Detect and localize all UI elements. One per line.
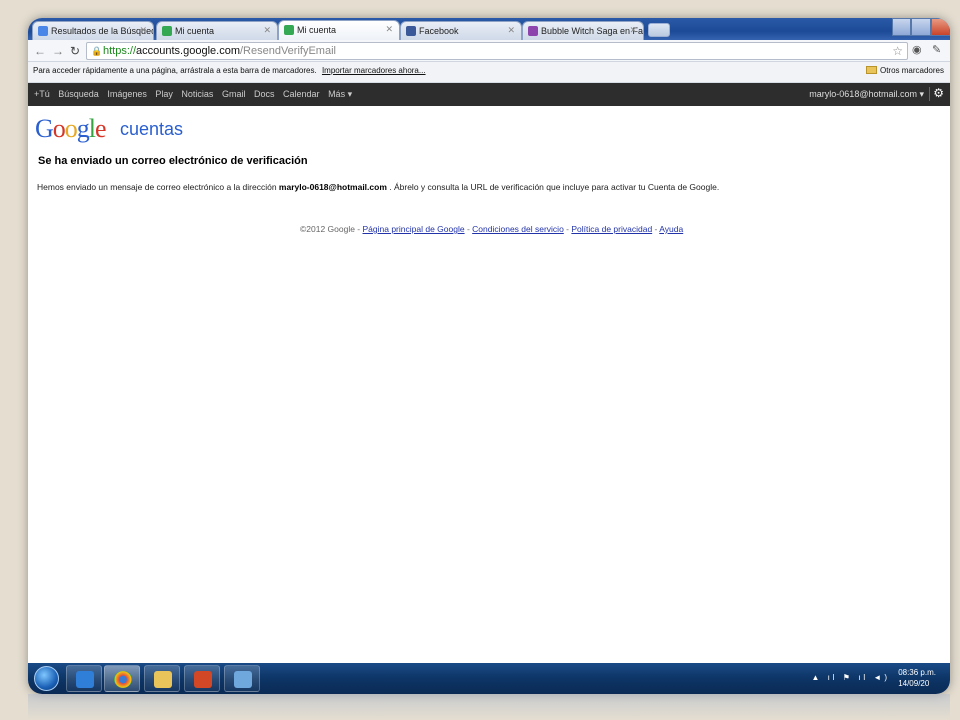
- close-icon[interactable]: ✕: [629, 25, 637, 36]
- reflection: [28, 694, 950, 720]
- lock-icon: 🔒: [91, 46, 103, 56]
- email-address: marylo-0618@hotmail.com: [278, 182, 387, 192]
- close-icon[interactable]: ✕: [139, 25, 147, 36]
- close-icon[interactable]: ✕: [507, 25, 515, 36]
- bookmark-star-icon[interactable]: ☆: [892, 44, 903, 58]
- gbar-item-play[interactable]: Play: [155, 89, 173, 99]
- gbar-item-plus[interactable]: +Tú: [34, 89, 50, 99]
- footer-link-home[interactable]: Página principal de Google: [363, 224, 465, 234]
- tab-facebook[interactable]: Facebook ✕: [400, 21, 522, 40]
- reload-icon[interactable]: ↻: [70, 44, 80, 58]
- new-tab-button[interactable]: [648, 23, 670, 37]
- gbar-item-more[interactable]: Más ▾: [328, 89, 352, 99]
- back-arrow-icon[interactable]: ←: [34, 44, 46, 58]
- tab-mi-cuenta-1[interactable]: Mi cuenta ✕: [156, 21, 278, 40]
- gbar-item-calendar[interactable]: Calendar: [283, 89, 320, 99]
- bookmarks-bar: Para acceder rápidamente a una página, a…: [28, 62, 950, 83]
- url-path: /ResendVerifyEmail: [239, 45, 336, 57]
- maximize-button[interactable]: [911, 18, 931, 36]
- gbar-item-images[interactable]: Imágenes: [107, 89, 147, 99]
- minimize-button[interactable]: [892, 18, 912, 36]
- google-favicon-icon: [284, 25, 294, 35]
- folder-icon: [865, 66, 877, 74]
- taskbar-explorer[interactable]: [144, 665, 180, 692]
- other-bookmarks-button[interactable]: Otros marcadores: [865, 66, 944, 75]
- gbar-item-search[interactable]: Búsqueda: [58, 89, 99, 99]
- divider: [929, 87, 930, 101]
- other-bookmarks-label: Otros marcadores: [879, 66, 944, 75]
- verification-message: Hemos enviado un mensaje de correo elect…: [37, 182, 719, 192]
- system-tray-icons[interactable]: ▲ ıl ⚑ ıl ◄): [811, 673, 890, 682]
- address-bar[interactable]: 🔒 https://accounts.google.com/ResendVeri…: [86, 42, 908, 60]
- browser-toolbar: ← → ↻ 🔒 https://accounts.google.com/Rese…: [28, 40, 950, 62]
- paint-icon: [234, 671, 252, 688]
- gear-icon[interactable]: ⚙: [933, 86, 944, 100]
- tab-label: Mi cuenta: [175, 26, 215, 36]
- google-favicon-icon: [162, 26, 172, 36]
- taskbar-powerpoint[interactable]: [184, 665, 220, 692]
- footer-link-privacy[interactable]: Política de privacidad: [571, 224, 652, 234]
- tab-label: Facebook: [419, 26, 459, 36]
- close-icon[interactable]: ✕: [263, 25, 271, 36]
- page-footer: ©2012 Google - Página principal de Googl…: [300, 224, 683, 234]
- google-bar: +Tú Búsqueda Imágenes Play Noticias Gmai…: [28, 83, 950, 106]
- windows-taskbar: ▲ ıl ⚑ ıl ◄) 08:36 p.m. 14/09/20: [28, 663, 950, 694]
- browser-window: Resultados de la Búsqueda ✕ Mi cuenta ✕ …: [28, 18, 950, 694]
- page-title: Se ha enviado un correo electrónico de v…: [38, 155, 308, 167]
- url-scheme: https://: [103, 45, 137, 57]
- bookmarks-hint: Para acceder rápidamente a una página, a…: [33, 66, 317, 75]
- gbar-item-gmail[interactable]: Gmail: [222, 89, 246, 99]
- taskbar-media-player[interactable]: [66, 665, 102, 692]
- tab-label: Mi cuenta: [297, 25, 337, 35]
- google-logo[interactable]: Google: [35, 114, 107, 144]
- start-button[interactable]: [34, 666, 59, 691]
- message-text-2: . Ábrelo y consulta la URL de verificaci…: [386, 182, 720, 192]
- tab-strip: Resultados de la Búsqueda ✕ Mi cuenta ✕ …: [28, 18, 950, 40]
- tab-mi-cuenta-2[interactable]: Mi cuenta ✕: [278, 20, 400, 40]
- forward-arrow-icon[interactable]: →: [52, 44, 64, 58]
- media-player-icon: [76, 671, 94, 688]
- import-bookmarks-link[interactable]: Importar marcadores ahora...: [322, 66, 426, 75]
- wrench-icon[interactable]: ✎: [932, 43, 941, 56]
- facebook-favicon-icon: [406, 26, 416, 36]
- url-host: accounts.google.com: [136, 45, 240, 57]
- game-favicon-icon: [528, 26, 538, 36]
- close-window-button[interactable]: [930, 18, 950, 36]
- tab-search-results[interactable]: Resultados de la Búsqueda ✕: [32, 21, 154, 40]
- window-controls: [892, 18, 950, 36]
- powerpoint-icon: [194, 671, 212, 688]
- clock-date: 14/09/20: [898, 679, 930, 688]
- close-icon[interactable]: ✕: [385, 24, 393, 35]
- footer-link-terms[interactable]: Condiciones del servicio: [472, 224, 564, 234]
- chrome-icon: [114, 671, 132, 688]
- logo-subtitle: cuentas: [120, 119, 184, 139]
- copyright: ©2012 Google -: [300, 224, 363, 234]
- clock-time: 08:36 p.m.: [898, 668, 936, 677]
- footer-separator: -: [464, 224, 473, 234]
- message-text-1: Hemos enviado un mensaje de correo elect…: [37, 182, 279, 192]
- gbar-item-docs[interactable]: Docs: [254, 89, 275, 99]
- account-menu[interactable]: marylo-0618@hotmail.com ▾: [809, 89, 924, 100]
- folder-icon: [154, 671, 172, 688]
- taskbar-paint[interactable]: [224, 665, 260, 692]
- footer-link-help[interactable]: Ayuda: [659, 224, 683, 234]
- taskbar-chrome[interactable]: [104, 665, 140, 692]
- tab-bubble-witch[interactable]: Bubble Witch Saga en Face ✕: [522, 21, 644, 40]
- extension-eye-icon[interactable]: ◉: [912, 43, 922, 56]
- search-favicon-icon: [38, 26, 48, 36]
- system-clock[interactable]: 08:36 p.m. 14/09/20: [898, 667, 936, 689]
- gbar-item-news[interactable]: Noticias: [181, 89, 213, 99]
